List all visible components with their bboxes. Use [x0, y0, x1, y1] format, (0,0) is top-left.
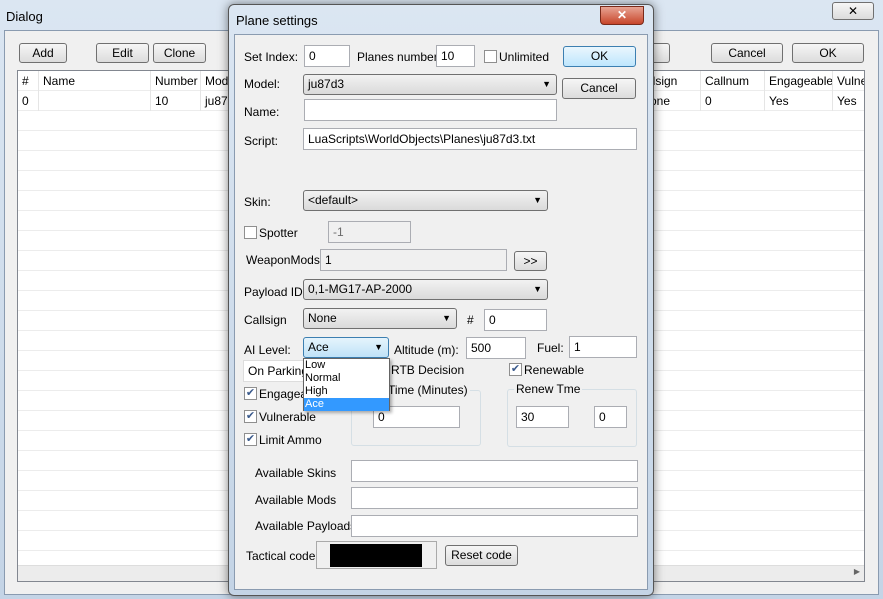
chevron-down-icon: ▼: [374, 342, 383, 352]
altitude-input[interactable]: 500: [466, 337, 526, 359]
unlimited-checkbox[interactable]: [484, 50, 497, 63]
col-header[interactable]: Engageable: [765, 71, 833, 91]
model-select[interactable]: ju87d3 ▼: [303, 74, 557, 95]
altitude-label: Altitude (m):: [394, 343, 459, 357]
name-input[interactable]: [304, 99, 557, 121]
payload-value: 0,1-MG17-AP-2000: [308, 282, 413, 296]
col-header[interactable]: #: [18, 71, 39, 91]
cell[interactable]: Yes: [765, 91, 833, 111]
skin-value: <default>: [308, 193, 359, 207]
cell[interactable]: [39, 91, 151, 111]
spotter-input[interactable]: -1: [328, 221, 411, 243]
callsign-select[interactable]: None ▼: [303, 308, 457, 329]
engageable-checkbox[interactable]: ✔: [244, 387, 257, 400]
available-skins-label: Available Skins: [255, 466, 337, 480]
scroll-right-arrow-icon[interactable]: ▶: [854, 567, 860, 576]
cell[interactable]: Yes: [833, 91, 864, 111]
dialog-cancel-button[interactable]: Cancel: [711, 43, 783, 63]
col-header[interactable]: Name: [39, 71, 151, 91]
available-mods-input[interactable]: [351, 487, 638, 509]
tactical-code-box[interactable]: [316, 541, 437, 569]
model-value: ju87d3: [308, 77, 345, 91]
cell[interactable]: one: [646, 91, 701, 111]
payload-label: Payload ID:: [244, 285, 307, 299]
planes-number-label: Planes number:: [357, 50, 442, 64]
weaponmods-more-button[interactable]: >>: [514, 251, 547, 271]
fuel-input[interactable]: 1: [569, 336, 637, 358]
callsign-label: Callsign: [244, 313, 287, 327]
planes-number-input[interactable]: 10: [436, 45, 475, 67]
chevron-down-icon: ▼: [533, 284, 542, 294]
ai-level-dropdown[interactable]: Low Normal High Ace: [303, 358, 390, 411]
vulnerable-checkbox[interactable]: ✔: [244, 410, 257, 423]
unlimited-label: Unlimited: [499, 50, 550, 64]
time-group-label: Time (Minutes): [386, 383, 470, 397]
limit-ammo-checkbox[interactable]: ✔: [244, 433, 257, 446]
close-button[interactable]: ✕: [600, 6, 644, 25]
ai-level-select[interactable]: Ace ▼: [303, 337, 389, 358]
available-skins-input[interactable]: [351, 460, 638, 482]
col-header[interactable]: Number: [151, 71, 201, 91]
callnum-label: #: [467, 313, 474, 327]
col-header[interactable]: Vulne: [833, 71, 864, 91]
script-input[interactable]: LuaScripts\WorldObjects\Planes\ju87d3.tx…: [303, 128, 637, 150]
vulnerable-label: Vulnerable: [259, 410, 316, 424]
chevron-down-icon: ▼: [542, 79, 551, 89]
set-index-label: Set Index:: [244, 50, 299, 64]
cancel-button[interactable]: Cancel: [562, 78, 636, 99]
col-header[interactable]: Callnum: [701, 71, 765, 91]
renewable-label: Renewable: [524, 363, 585, 377]
cell[interactable]: 10: [151, 91, 201, 111]
ai-level-option[interactable]: Normal: [304, 372, 389, 385]
dialog-title: Dialog: [6, 9, 43, 24]
set-index-input[interactable]: 0: [304, 45, 350, 67]
cell[interactable]: 0: [701, 91, 765, 111]
chevron-down-icon: ▼: [442, 313, 451, 323]
available-mods-label: Available Mods: [255, 493, 337, 507]
renew-time-input-1[interactable]: 30: [516, 406, 569, 428]
ok-button[interactable]: OK: [563, 46, 636, 67]
available-payloads-input[interactable]: [351, 515, 638, 537]
available-payloads-label: Available Payloads: [255, 519, 357, 533]
col-header[interactable]: llsign: [646, 71, 701, 91]
callsign-value: None: [308, 311, 337, 325]
name-label: Name:: [244, 105, 280, 119]
payload-select[interactable]: 0,1-MG17-AP-2000 ▼: [303, 279, 548, 300]
renew-time-input-2[interactable]: 0: [594, 406, 627, 428]
clone-button[interactable]: Clone: [153, 43, 206, 63]
spotter-checkbox[interactable]: [244, 226, 257, 239]
edit-button[interactable]: Edit: [96, 43, 149, 63]
ai-level-option[interactable]: Ace: [304, 398, 389, 411]
ai-level-option[interactable]: High: [304, 385, 389, 398]
script-label: Script:: [244, 134, 279, 148]
weaponmods-input[interactable]: 1: [320, 249, 507, 271]
rtb-label: RTB Decision: [391, 363, 465, 377]
model-label: Model:: [244, 77, 281, 91]
renew-time-label: Renew Tme: [514, 382, 583, 396]
chevron-down-icon: ▼: [533, 195, 542, 205]
skin-select[interactable]: <default> ▼: [303, 190, 548, 211]
ai-level-label: AI Level:: [244, 343, 291, 357]
window-title: Plane settings: [236, 13, 318, 28]
limit-ammo-label: Limit Ammo: [259, 433, 322, 447]
tactical-code-swatch: [330, 544, 422, 567]
dialog-close-button[interactable]: ✕: [832, 2, 874, 20]
weaponmods-label: WeaponMods:: [246, 253, 324, 267]
tactical-code-label: Tactical code: [246, 549, 316, 563]
renewable-checkbox[interactable]: ✔: [509, 363, 522, 376]
add-button[interactable]: Add: [19, 43, 67, 63]
reset-code-button[interactable]: Reset code: [445, 545, 518, 566]
fuel-label: Fuel:: [537, 341, 564, 355]
dialog-ok-button[interactable]: OK: [792, 43, 864, 63]
spotter-label: Spotter: [259, 226, 298, 240]
ai-level-option[interactable]: Low: [304, 359, 389, 372]
ai-level-value: Ace: [308, 340, 329, 354]
skin-label: Skin:: [244, 195, 271, 209]
callnum-input[interactable]: 0: [484, 309, 547, 331]
cell[interactable]: 0: [18, 91, 39, 111]
